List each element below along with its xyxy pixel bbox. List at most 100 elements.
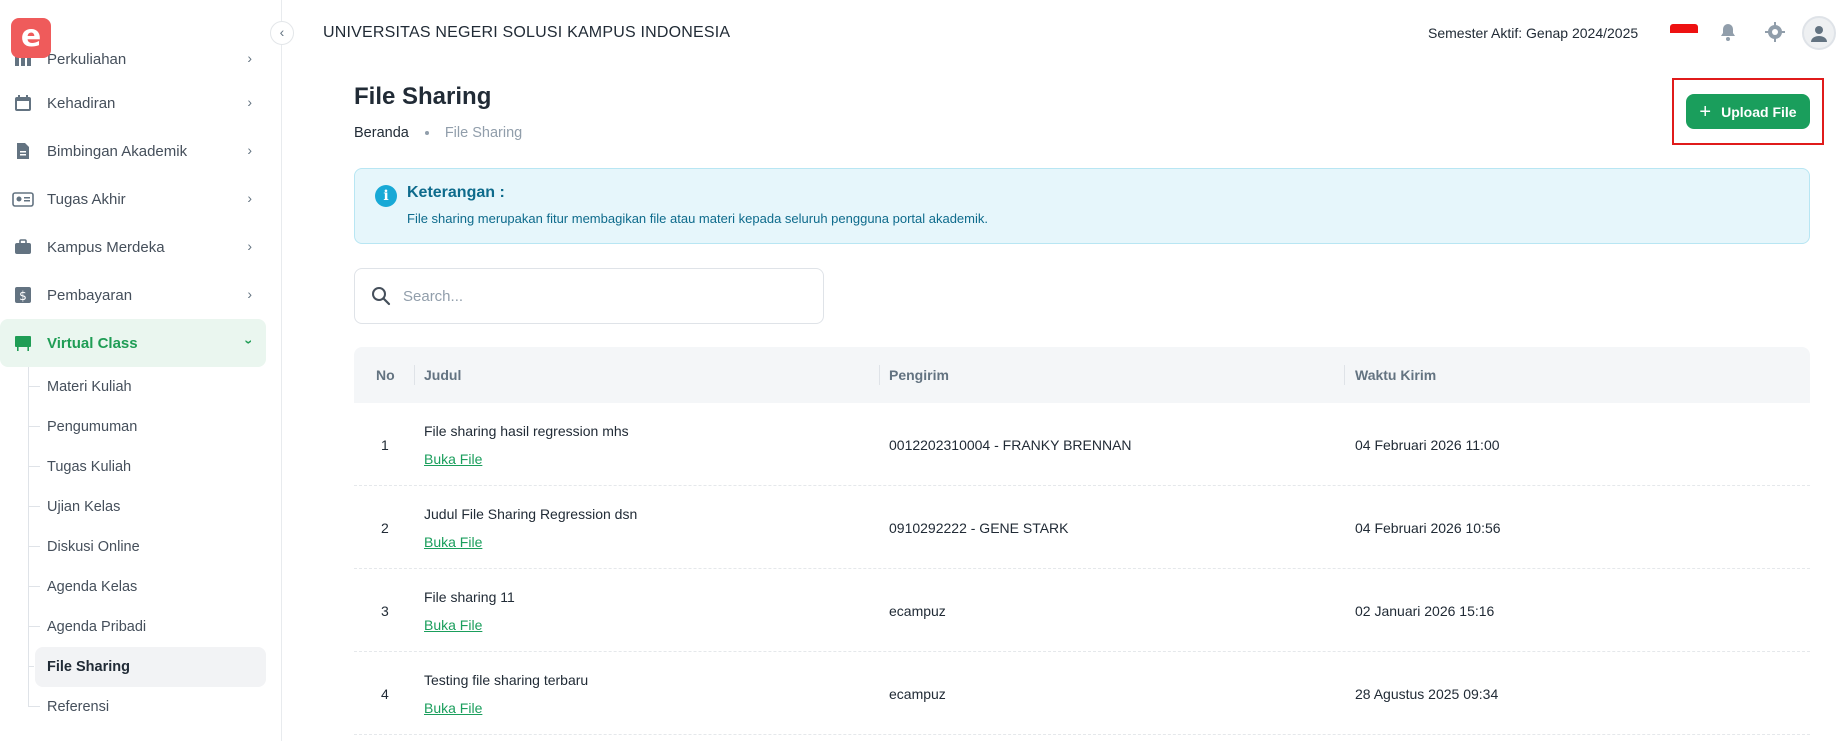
table-row: 3 File sharing 11 Buka File ecampuz 02 J… [354, 569, 1810, 652]
sidebar-item-tugas-akhir[interactable]: Tugas Akhir › [0, 175, 282, 223]
open-file-link[interactable]: Buka File [424, 534, 482, 550]
presentation-board-icon [12, 332, 34, 354]
chevron-right-icon: › [247, 142, 252, 158]
upload-file-button[interactable]: + Upload File [1686, 94, 1810, 129]
calendar-icon [12, 92, 34, 114]
search-icon [372, 287, 391, 306]
info-icon: i [375, 185, 397, 207]
sidebar-item-label: Virtual Class [47, 334, 138, 352]
submenu-item-label: Referensi [47, 699, 110, 715]
file-title: File sharing 11 [424, 589, 515, 605]
file-title: Testing file sharing terbaru [424, 672, 589, 688]
table-header: No Judul Pengirim Waktu Kirim [354, 347, 1810, 403]
submenu-item-label: Ujian Kelas [47, 499, 121, 515]
column-separator [879, 365, 880, 385]
app-title: UNIVERSITAS NEGERI SOLUSI KAMPUS INDONES… [323, 24, 731, 41]
submenu-item-ujian-kelas[interactable]: Ujian Kelas [0, 487, 282, 527]
submenu-item-agenda-kelas[interactable]: Agenda Kelas [0, 567, 282, 607]
breadcrumb: Beranda File Sharing [354, 125, 522, 141]
sent-time: 04 Februari 2026 11:00 [1355, 437, 1500, 453]
file-title: File sharing hasil regression mhs [424, 423, 629, 439]
submenu-item-label: Diskusi Online [47, 539, 140, 555]
virtual-class-submenu: Materi Kuliah Pengumuman Tugas Kuliah Uj… [0, 367, 282, 727]
svg-text:$: $ [19, 289, 27, 303]
sidebar-item-kehadiran[interactable]: Kehadiran › [0, 79, 282, 127]
column-separator [1344, 365, 1345, 385]
breadcrumb-home-link[interactable]: Beranda [354, 125, 409, 141]
sidebar-item-bimbingan-akademik[interactable]: Bimbingan Akademik › [0, 127, 282, 175]
chevron-right-icon: › [247, 190, 252, 206]
user-icon [1811, 26, 1827, 42]
plus-icon: + [1699, 100, 1712, 123]
submenu-item-label: Agenda Pribadi [47, 619, 147, 635]
sidebar-item-label: Bimbingan Akademik [47, 142, 188, 160]
table-row: 4 Testing file sharing terbaru Buka File… [354, 652, 1810, 735]
search-box [354, 268, 824, 324]
submenu-item-materi-kuliah[interactable]: Materi Kuliah [0, 367, 282, 407]
row-number: 2 [381, 520, 389, 536]
submenu-item-pengumuman[interactable]: Pengumuman [0, 407, 282, 447]
sidebar: Perkuliahan › Kehadiran › Bimbingan Akad… [0, 0, 282, 741]
sent-time: 28 Agustus 2025 09:34 [1355, 686, 1499, 702]
info-alert: i Keterangan : File sharing merupakan fi… [354, 168, 1810, 244]
submenu-item-file-sharing[interactable]: File Sharing [28, 647, 266, 687]
chevron-right-icon: › [247, 238, 252, 254]
gear-icon[interactable] [1764, 21, 1786, 43]
search-input[interactable] [403, 287, 803, 305]
dollar-icon: $ [12, 284, 34, 306]
briefcase-icon [12, 236, 34, 258]
chevron-right-icon: › [247, 94, 252, 110]
file-title: Judul File Sharing Regression dsn [424, 506, 638, 522]
table-row: 1 File sharing hasil regression mhs Buka… [354, 403, 1810, 486]
submenu-item-agenda-pribadi[interactable]: Agenda Pribadi [0, 607, 282, 647]
file-sender: 0910292222 - GENE STARK [889, 520, 1069, 536]
sidebar-item-label: Kehadiran [47, 94, 116, 112]
row-number: 1 [381, 437, 389, 453]
document-icon [12, 140, 34, 162]
sidebar-item-pembayaran[interactable]: $ Pembayaran › [0, 271, 282, 319]
indonesia-flag-icon[interactable] [1670, 24, 1698, 42]
submenu-item-tugas-kuliah[interactable]: Tugas Kuliah [0, 447, 282, 487]
submenu-item-diskusi-online[interactable]: Diskusi Online [0, 527, 282, 567]
avatar[interactable] [1802, 16, 1836, 50]
bell-icon[interactable] [1717, 21, 1739, 43]
row-number: 3 [381, 603, 389, 619]
submenu-item-label: Tugas Kuliah [47, 459, 132, 475]
open-file-link[interactable]: Buka File [424, 700, 482, 716]
sidebar-item-kampus-merdeka[interactable]: Kampus Merdeka › [0, 223, 282, 271]
app-logo[interactable]: e [11, 18, 51, 58]
submenu-item-label: Materi Kuliah [47, 379, 132, 395]
submenu-item-label: File Sharing [47, 659, 130, 675]
sent-time: 04 Februari 2026 10:56 [1355, 520, 1501, 536]
sidebar-item-label: Pembayaran [47, 286, 133, 304]
row-number: 4 [381, 686, 389, 702]
id-card-icon [12, 188, 34, 210]
chevron-right-icon: › [247, 50, 252, 66]
sidebar-item-label: Kampus Merdeka [47, 238, 165, 256]
submenu-item-label: Pengumuman [47, 419, 138, 435]
file-sharing-table: No Judul Pengirim Waktu Kirim 1 File sha… [354, 347, 1810, 735]
file-sender: ecampuz [889, 603, 946, 619]
sidebar-item-label: Tugas Akhir [47, 190, 126, 208]
page-title: File Sharing [354, 83, 492, 110]
open-file-link[interactable]: Buka File [424, 451, 482, 467]
column-header-waktu-kirim[interactable]: Waktu Kirim [1355, 367, 1436, 383]
breadcrumb-current: File Sharing [444, 125, 523, 141]
chevron-left-icon: ‹ [279, 24, 285, 40]
sidebar-item-virtual-class[interactable]: Virtual Class › [0, 319, 266, 367]
column-header-no[interactable]: No [376, 367, 395, 383]
chevron-right-icon: › [247, 286, 252, 302]
column-header-judul[interactable]: Judul [424, 367, 461, 383]
sidebar-menu: Perkuliahan › Kehadiran › Bimbingan Akad… [0, 47, 282, 727]
file-sender: ecampuz [889, 686, 946, 702]
breadcrumb-separator [424, 131, 429, 135]
column-header-pengirim[interactable]: Pengirim [889, 367, 949, 383]
file-sender: 0012202310004 - FRANKY BRENNAN [889, 437, 1132, 453]
submenu-item-referensi[interactable]: Referensi [0, 687, 282, 727]
open-file-link[interactable]: Buka File [424, 617, 482, 633]
column-separator [414, 365, 415, 385]
info-title: Keterangan : [407, 184, 505, 201]
sidebar-collapse-button[interactable]: ‹ [270, 21, 294, 45]
sent-time: 02 Januari 2026 15:16 [1355, 603, 1495, 619]
upload-file-label: Upload File [1721, 103, 1797, 120]
